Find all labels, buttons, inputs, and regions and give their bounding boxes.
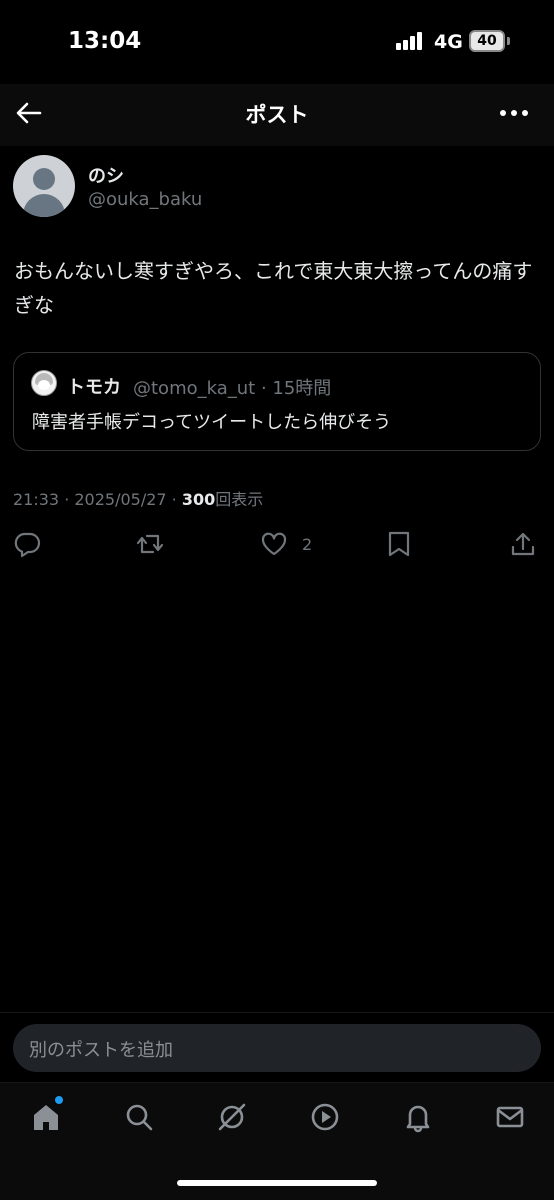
grok-icon[interactable] bbox=[216, 1101, 248, 1133]
quote-avatar bbox=[31, 370, 57, 396]
reply-placeholder: 別のポストを追加 bbox=[29, 1040, 173, 1061]
battery-tip bbox=[507, 37, 510, 45]
quote-handle: @tomo_ka_ut · 15時間 bbox=[133, 378, 332, 399]
post-meta: 21:33 · 2025/05/27 · 300回表示 bbox=[13, 486, 263, 510]
view-count: 300 bbox=[181, 490, 216, 509]
status-time: 13:04 bbox=[68, 28, 142, 54]
home-icon[interactable] bbox=[30, 1101, 62, 1133]
divider bbox=[0, 1012, 554, 1013]
like-count: 2 bbox=[302, 535, 313, 554]
author-display-name[interactable]: のシ bbox=[88, 162, 124, 188]
heart-icon[interactable] bbox=[260, 530, 288, 560]
avatar[interactable] bbox=[13, 155, 75, 217]
quote-text: 障害者手帳デコってツイートしたら伸びそう bbox=[32, 412, 392, 433]
reply-icon[interactable] bbox=[13, 530, 41, 560]
nav-bar: ポスト bbox=[0, 84, 554, 146]
author-handle[interactable]: @ouka_baku bbox=[88, 189, 202, 210]
home-indicator bbox=[177, 1180, 377, 1186]
search-icon[interactable] bbox=[123, 1101, 155, 1133]
avatar-head bbox=[33, 168, 55, 190]
bookmark-icon[interactable] bbox=[385, 530, 413, 560]
notification-dot bbox=[55, 1096, 63, 1104]
mail-icon[interactable] bbox=[494, 1101, 526, 1133]
status-bar: 13:04 4G 40 bbox=[0, 0, 554, 84]
view-label: 回表示 bbox=[215, 490, 264, 509]
battery-icon: 40 bbox=[469, 30, 505, 52]
quote-display-name: トモカ bbox=[67, 377, 121, 398]
network-type: 4G bbox=[434, 31, 463, 53]
post-text: おもんないし寒すぎやろ、これで東大東大擦ってんの痛すぎな bbox=[14, 259, 533, 317]
reply-input[interactable]: 別のポストを追加 bbox=[13, 1024, 541, 1072]
more-horizontal-icon[interactable] bbox=[498, 98, 530, 128]
page-title: ポスト bbox=[245, 103, 309, 127]
avatar-body bbox=[23, 194, 65, 217]
signal-icon bbox=[396, 32, 426, 50]
repost-icon[interactable] bbox=[136, 530, 164, 560]
quoted-post[interactable]: トモカ @tomo_ka_ut · 15時間 障害者手帳デコってツイートしたら伸… bbox=[13, 352, 541, 451]
bell-icon[interactable] bbox=[402, 1101, 434, 1133]
post-timestamp: 21:33 · 2025/05/27 · bbox=[13, 490, 182, 509]
battery-level: 40 bbox=[477, 33, 497, 49]
share-icon[interactable] bbox=[509, 530, 537, 560]
video-icon[interactable] bbox=[309, 1101, 341, 1133]
